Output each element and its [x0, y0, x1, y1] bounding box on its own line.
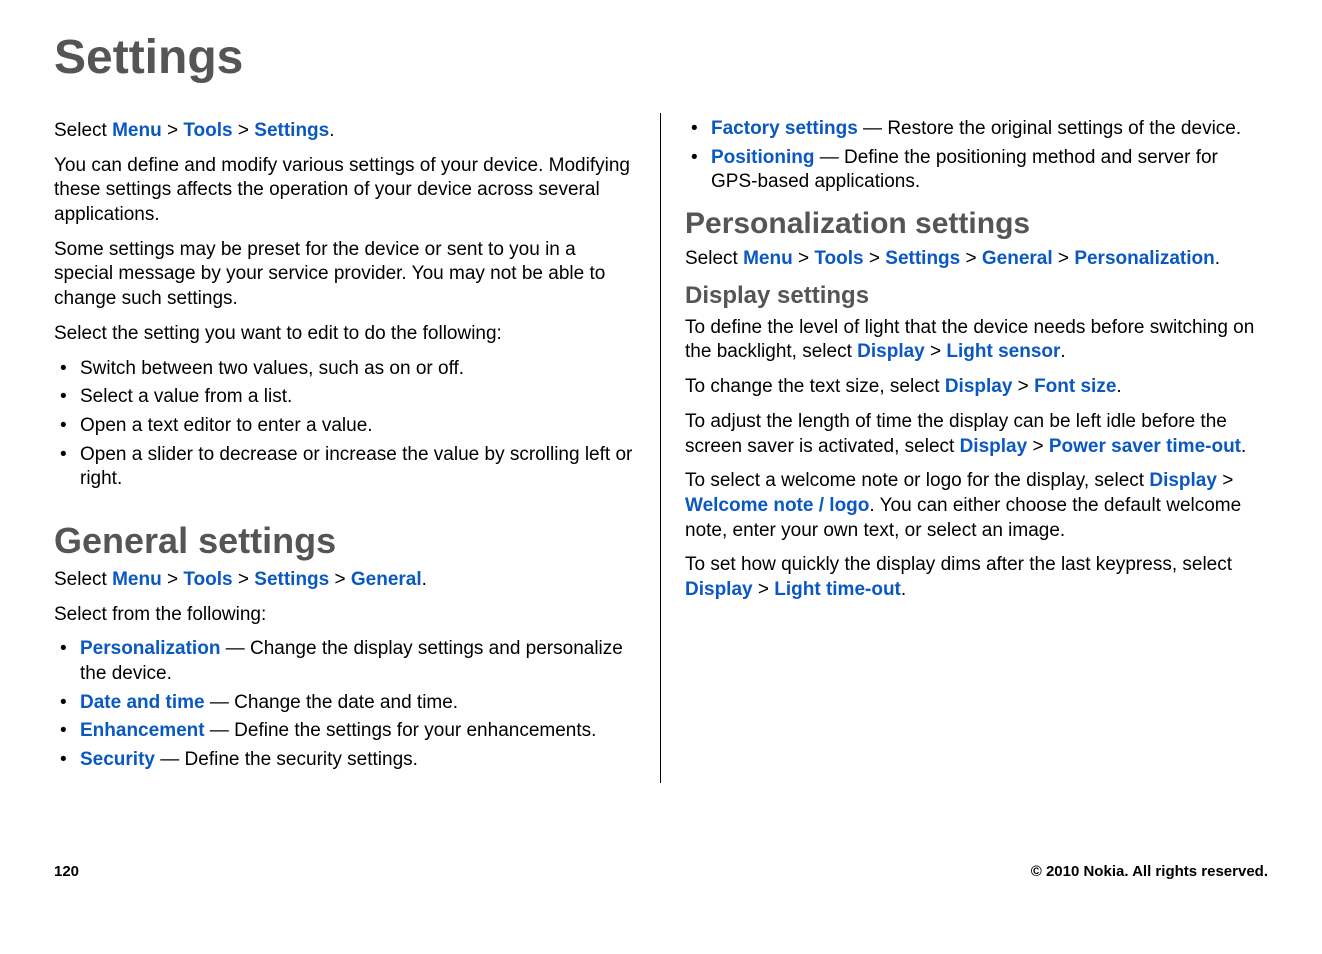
select-label: Select [54, 569, 112, 590]
item-desc: — Define the security settings. [155, 749, 418, 770]
breadcrumb-link[interactable]: Display [945, 376, 1013, 397]
text-run: To select a welcome note or logo for the… [685, 470, 1149, 491]
breadcrumb-sep: > [753, 579, 775, 600]
breadcrumb-link[interactable]: Menu [112, 120, 162, 141]
breadcrumb-sep: > [162, 120, 184, 141]
breadcrumb-link[interactable]: Settings [254, 569, 329, 590]
breadcrumb-link[interactable]: Light sensor [946, 341, 1060, 362]
intro-p3: Select the setting you want to edit to d… [54, 322, 636, 347]
intro-select-path: Select Menu > Tools > Settings. [54, 119, 636, 144]
page-footer: 120 © 2010 Nokia. All rights reserved. [54, 863, 1268, 880]
breadcrumb-sep: > [329, 569, 351, 590]
display-p2: To change the text size, select Display … [685, 375, 1268, 400]
display-p5: To set how quickly the display dims afte… [685, 553, 1268, 602]
breadcrumb-link[interactable]: Power saver time-out [1049, 436, 1241, 457]
content-columns: Select Menu > Tools > Settings. You can … [54, 113, 1268, 783]
breadcrumb-sep: > [793, 248, 815, 269]
list-item: Factory settings — Restore the original … [685, 117, 1268, 142]
item-link[interactable]: Factory settings [711, 118, 858, 139]
item-desc: — Define the settings for your enhanceme… [205, 720, 597, 741]
breadcrumb-sep: > [1012, 376, 1034, 397]
display-p1: To define the level of light that the de… [685, 316, 1268, 365]
breadcrumb-link[interactable]: Font size [1034, 376, 1116, 397]
list-item: Positioning — Define the positioning met… [685, 146, 1268, 195]
breadcrumb-link[interactable]: Tools [183, 569, 232, 590]
breadcrumb-sep: > [162, 569, 184, 590]
list-item: Security — Define the security settings. [54, 748, 636, 773]
list-item: Open a slider to decrease or increase th… [54, 443, 636, 492]
breadcrumb-link[interactable]: Welcome note / logo [685, 495, 869, 516]
select-label: Select [685, 248, 743, 269]
breadcrumb-link[interactable]: Display [857, 341, 925, 362]
item-link[interactable]: Enhancement [80, 720, 205, 741]
general-items-list-cont: Factory settings — Restore the original … [685, 117, 1268, 195]
personalization-select-path: Select Menu > Tools > Settings > General… [685, 247, 1268, 272]
breadcrumb-sep: > [1027, 436, 1049, 457]
text-run: To set how quickly the display dims afte… [685, 554, 1232, 575]
display-p3: To adjust the length of time the display… [685, 410, 1268, 459]
list-item: Personalization — Change the display set… [54, 637, 636, 686]
general-select-path: Select Menu > Tools > Settings > General… [54, 568, 636, 593]
general-items-list: Personalization — Change the display set… [54, 637, 636, 772]
page-container: Settings Select Menu > Tools > Settings.… [0, 0, 1322, 910]
breadcrumb-link[interactable]: Display [960, 436, 1028, 457]
item-link[interactable]: Positioning [711, 147, 814, 168]
item-desc: — Change the date and time. [205, 692, 459, 713]
breadcrumb-link[interactable]: Display [685, 579, 753, 600]
display-p4: To select a welcome note or logo for the… [685, 469, 1268, 543]
select-following: Select from the following: [54, 603, 636, 628]
list-item: Date and time — Change the date and time… [54, 691, 636, 716]
breadcrumb-link[interactable]: Personalization [1074, 248, 1214, 269]
breadcrumb-link[interactable]: Menu [112, 569, 162, 590]
breadcrumb-sep: > [925, 341, 947, 362]
breadcrumb-sep: > [1053, 248, 1075, 269]
breadcrumb-sep: > [233, 569, 255, 590]
intro-bullet-list: Switch between two values, such as on or… [54, 357, 636, 492]
breadcrumb-link[interactable]: General [982, 248, 1053, 269]
copyright-text: © 2010 Nokia. All rights reserved. [1031, 863, 1268, 880]
breadcrumb-link[interactable]: Settings [885, 248, 960, 269]
breadcrumb-link[interactable]: Settings [254, 120, 329, 141]
breadcrumb-link[interactable]: Light time-out [774, 579, 901, 600]
breadcrumb-sep: > [233, 120, 255, 141]
page-number: 120 [54, 863, 79, 880]
display-settings-heading: Display settings [685, 282, 1268, 310]
breadcrumb-link[interactable]: General [351, 569, 422, 590]
select-label: Select [54, 120, 112, 141]
item-link[interactable]: Security [80, 749, 155, 770]
list-item: Enhancement — Define the settings for yo… [54, 719, 636, 744]
breadcrumb-link[interactable]: Menu [743, 248, 793, 269]
breadcrumb-sep: > [864, 248, 886, 269]
text-run: To change the text size, select [685, 376, 945, 397]
left-column: Select Menu > Tools > Settings. You can … [54, 113, 661, 783]
list-item: Open a text editor to enter a value. [54, 414, 636, 439]
intro-p1: You can define and modify various settin… [54, 154, 636, 228]
list-item: Switch between two values, such as on or… [54, 357, 636, 382]
general-settings-heading: General settings [54, 520, 636, 562]
breadcrumb-link[interactable]: Tools [814, 248, 863, 269]
item-link[interactable]: Date and time [80, 692, 205, 713]
breadcrumb-link[interactable]: Tools [183, 120, 232, 141]
breadcrumb-sep: > [960, 248, 982, 269]
personalization-settings-heading: Personalization settings [685, 207, 1268, 241]
item-link[interactable]: Personalization [80, 638, 220, 659]
page-title: Settings [54, 30, 1268, 85]
intro-p2: Some settings may be preset for the devi… [54, 238, 636, 312]
right-column: Factory settings — Restore the original … [661, 113, 1268, 783]
item-desc: — Restore the original settings of the d… [858, 118, 1241, 139]
list-item: Select a value from a list. [54, 385, 636, 410]
breadcrumb-link[interactable]: Display [1149, 470, 1217, 491]
breadcrumb-sep: > [1217, 470, 1233, 491]
